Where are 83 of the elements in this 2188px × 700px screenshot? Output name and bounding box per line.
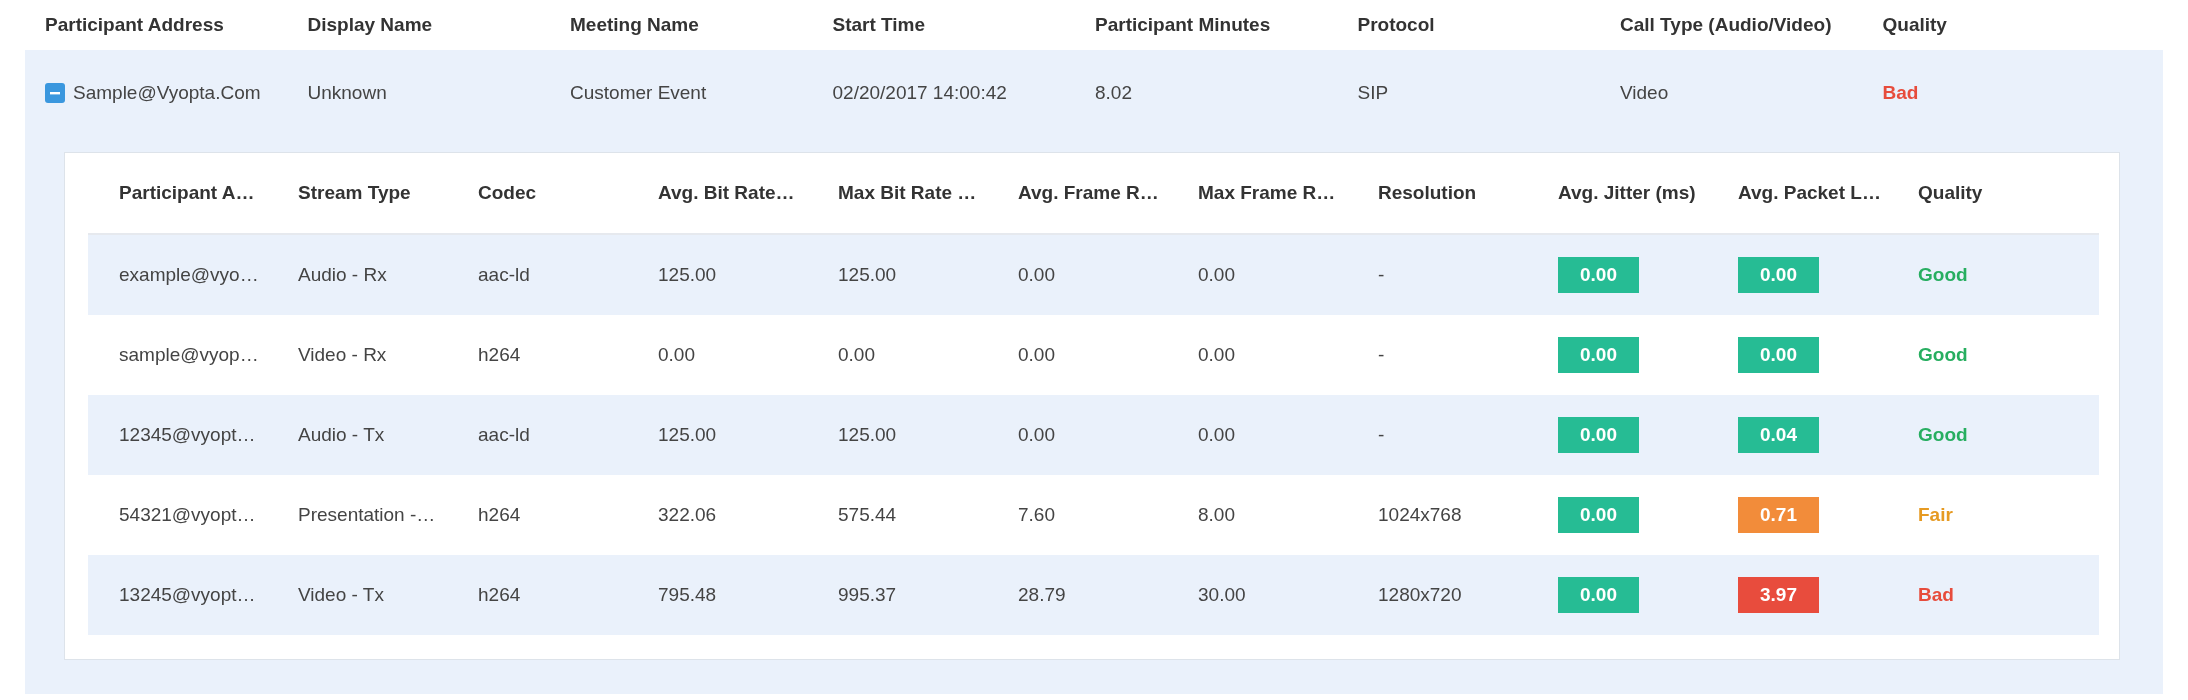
table-cell-text: 0.00: [1018, 264, 1056, 286]
table-cell-text: aac-ld: [478, 424, 531, 446]
table-cell-text: aac-ld: [478, 264, 531, 286]
table-cell-text: 0.00: [838, 344, 876, 366]
table-cell-text: 7.60: [1018, 504, 1056, 526]
packet-loss-badge: 0.00: [1738, 337, 1819, 373]
table-cell-text: 0.00: [1018, 344, 1056, 366]
table-cell-text: Video - Rx: [298, 344, 388, 366]
column-header: Max Frame R…: [1198, 182, 1337, 204]
column-header: Participant Address: [45, 14, 225, 36]
column-header: Codec: [478, 182, 538, 204]
table-cell-text: Video: [1620, 82, 1670, 104]
quality-label: Good: [1918, 344, 1969, 366]
packet-loss-badge: 3.97: [1738, 577, 1819, 613]
column-header: Avg. Bit Rate…: [658, 182, 796, 204]
jitter-badge: 0.00: [1558, 577, 1639, 613]
table-cell-text: Audio - Rx: [298, 264, 388, 286]
table-cell-text: 8.02: [1095, 82, 1133, 104]
table-cell-text: 125.00: [838, 424, 898, 446]
table-cell-text: 0.00: [658, 344, 696, 366]
collapse-icon[interactable]: [45, 83, 65, 103]
table-cell-text: 0.00: [1198, 344, 1236, 366]
table-cell-text: sample@vyop…: [119, 344, 260, 366]
table-cell-text: 02/20/2017 14:00:42: [832, 82, 1008, 104]
packet-loss-badge: 0.71: [1738, 497, 1819, 533]
table-cell-text: 13245@vyopt…: [119, 584, 257, 606]
table-cell-text: 8.00: [1198, 504, 1236, 526]
column-header: Participant A…: [119, 182, 256, 204]
jitter-badge: 0.00: [1558, 257, 1639, 293]
table-cell-text: 0.00: [1018, 424, 1056, 446]
table-cell-text: SIP: [1357, 82, 1390, 104]
packet-loss-badge: 0.04: [1738, 417, 1819, 453]
table-cell-text: 1024x768: [1378, 504, 1463, 526]
packet-loss-badge: 0.00: [1738, 257, 1819, 293]
table-cell-text: h264: [478, 504, 522, 526]
table-cell-text: example@vyo…: [119, 264, 260, 286]
table-cell-text: 125.00: [658, 264, 718, 286]
table-cell-text: 54321@vyopt…: [119, 504, 257, 526]
table-cell-text: 125.00: [838, 264, 898, 286]
table-cell-text: 30.00: [1198, 584, 1247, 606]
quality-label: Good: [1918, 424, 1969, 446]
column-header: Meeting Name: [570, 14, 700, 36]
column-header: Start Time: [832, 14, 927, 36]
table-cell-text: Video - Tx: [298, 584, 385, 606]
quality-label: Good: [1918, 264, 1969, 286]
table-cell-text: Audio - Tx: [298, 424, 386, 446]
jitter-badge: 0.00: [1558, 497, 1639, 533]
column-header: Stream Type: [298, 182, 412, 204]
column-header: Display Name: [307, 14, 434, 36]
quality-label: Bad: [1882, 82, 1920, 104]
column-header: Resolution: [1378, 182, 1478, 204]
table-cell-text: 12345@vyopt…: [119, 424, 257, 446]
table-cell-text: 795.48: [658, 584, 718, 606]
table-cell-text: h264: [478, 344, 522, 366]
quality-label: Fair: [1918, 504, 1954, 526]
table-cell: Sample@Vyopta.Com: [73, 82, 261, 104]
table-cell-text: 0.00: [1198, 424, 1236, 446]
table-cell-text: 575.44: [838, 504, 898, 526]
column-header: Quality: [1882, 14, 1948, 36]
column-header: Call Type (Audio/Video): [1620, 14, 1833, 36]
table-cell-text: Customer Event: [570, 82, 708, 104]
table-cell-text: 1280x720: [1378, 584, 1463, 606]
column-header: Avg. Frame R…: [1018, 182, 1160, 204]
table-cell-text: 322.06: [658, 504, 718, 526]
table-cell-text: -: [1378, 424, 1386, 446]
jitter-badge: 0.00: [1558, 417, 1639, 453]
column-header: Participant Minutes: [1095, 14, 1272, 36]
column-header: Quality: [1918, 182, 1984, 204]
column-header: Avg. Jitter (ms): [1558, 182, 1697, 204]
column-header: Protocol: [1357, 14, 1436, 36]
table-cell-text: 995.37: [838, 584, 898, 606]
column-header: Max Bit Rate …: [838, 182, 978, 204]
quality-label: Bad: [1918, 584, 1955, 606]
table-cell-text: 28.79: [1018, 584, 1067, 606]
table-cell-text: Presentation -…: [298, 504, 437, 526]
jitter-badge: 0.00: [1558, 337, 1639, 373]
table-cell-text: h264: [478, 584, 522, 606]
table-cell-text: 125.00: [658, 424, 718, 446]
table-cell-text: -: [1378, 264, 1386, 286]
table-cell-text: 0.00: [1198, 264, 1236, 286]
table-cell-text: -: [1378, 344, 1386, 366]
column-header: Avg. Packet L…: [1738, 182, 1882, 204]
table-cell-text: Unknown: [307, 82, 388, 104]
